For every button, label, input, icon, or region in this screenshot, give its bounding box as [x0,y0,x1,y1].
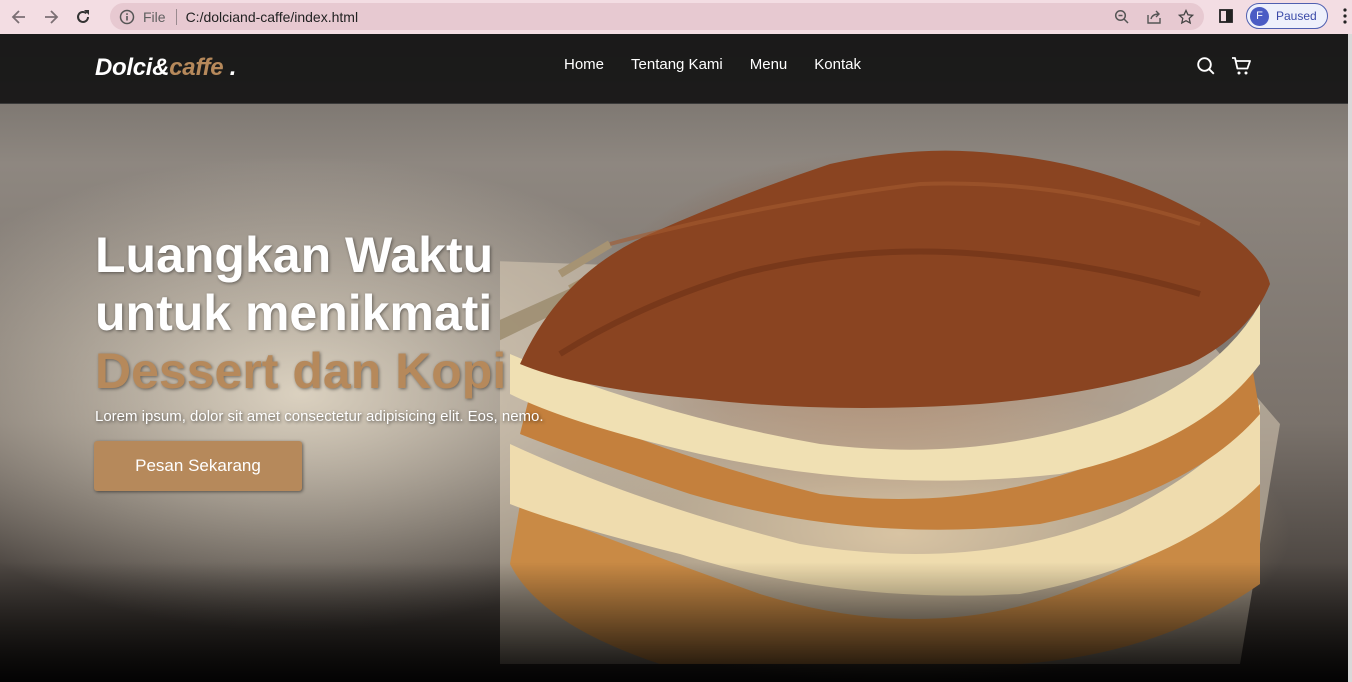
hero-bottom-fade [0,562,1352,682]
zoom-icon[interactable] [1112,7,1132,27]
omnibox-divider [175,8,177,25]
cart-icon[interactable] [1231,56,1251,76]
page-scrollbar[interactable] [1348,34,1352,682]
share-icon[interactable] [1144,7,1164,27]
hero-title: Luangkan Waktu untuk menikmati Dessert d… [95,226,655,400]
address-bar[interactable]: File C:/dolciand-caffe/index.html [110,3,1204,30]
browser-toolbar: File C:/dolciand-caffe/index.html F Paus… [0,0,1352,34]
logo-text-main: Dolci& [95,54,170,81]
forward-arrow-icon[interactable] [38,4,64,30]
logo-text-accent: caffe [169,54,224,81]
avatar: F [1250,6,1269,26]
nav-item-menu[interactable]: Menu [750,56,788,73]
url-text[interactable]: C:/dolciand-caffe/index.html [186,9,359,25]
nav-item-home[interactable]: Home [564,56,604,73]
profile-button[interactable]: F Paused [1246,3,1328,29]
logo-dot: . [229,54,237,81]
hero-subtitle: Lorem ipsum, dolor sit amet consectetur … [95,408,544,425]
page-viewport: Dolci&caffe . Home Tentang Kami Menu Kon… [0,34,1352,682]
url-scheme-label: File [143,8,166,25]
reload-icon[interactable] [70,4,96,30]
main-menu: Home Tentang Kami Menu Kontak [564,56,861,73]
navbar-icons [1196,56,1251,76]
profile-status: Paused [1276,9,1317,23]
search-icon[interactable] [1196,56,1216,76]
star-icon[interactable] [1176,7,1196,27]
nav-item-kontak[interactable]: Kontak [814,56,861,73]
hero-title-line-1: Luangkan Waktu [95,227,494,283]
side-panel-icon[interactable] [1216,6,1236,26]
order-now-button[interactable]: Pesan Sekarang [94,441,302,491]
hero-title-line-2: untuk menikmati [95,285,493,341]
nav-item-tentang-kami[interactable]: Tentang Kami [631,56,723,73]
kebab-menu-icon[interactable] [1338,6,1352,26]
site-navbar: Dolci&caffe . Home Tentang Kami Menu Kon… [0,34,1352,104]
back-arrow-icon[interactable] [6,4,32,30]
hero-title-line-3: Dessert dan Kopi [95,343,507,399]
info-icon[interactable] [119,9,135,25]
site-logo[interactable]: Dolci&caffe . [95,54,236,82]
